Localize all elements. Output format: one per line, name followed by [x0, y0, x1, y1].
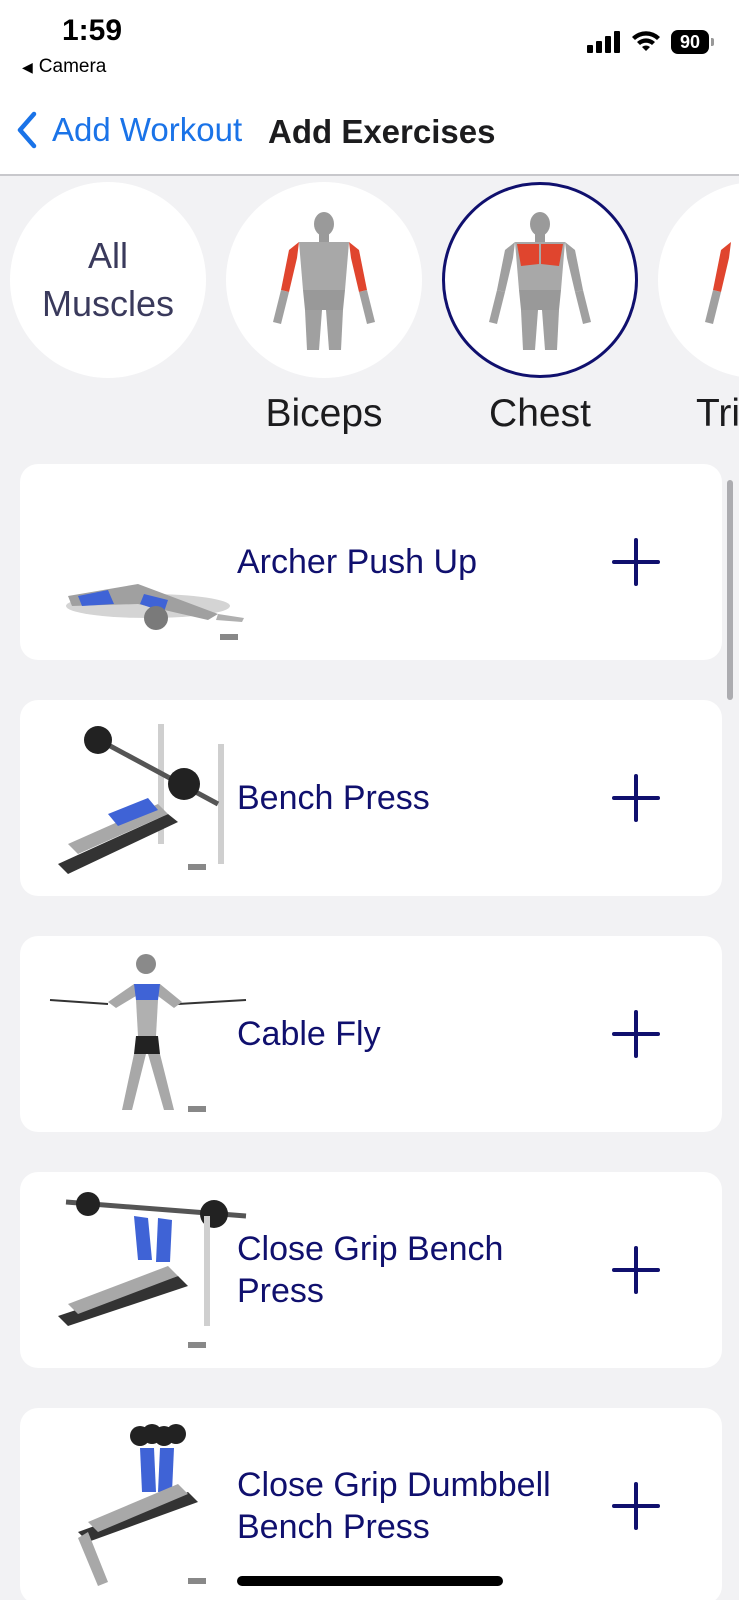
- back-button-label: Add Workout: [52, 111, 243, 148]
- muscle-circle[interactable]: [658, 182, 739, 378]
- add-exercise-plus-icon[interactable]: [612, 538, 660, 586]
- body-biceps-figure-icon: [273, 212, 375, 350]
- exercise-card[interactable]: Bench Press: [20, 700, 722, 896]
- exercise-name: Bench Press: [237, 779, 430, 817]
- muscle-filter-triceps[interactable]: Tri: [658, 182, 739, 436]
- exercise-card[interactable]: Close Grip Bench Press: [20, 1172, 722, 1368]
- cable-fly-illustration: [49, 954, 247, 1112]
- body-triceps-figure-icon: [705, 242, 731, 324]
- add-exercise-plus-icon[interactable]: [612, 1482, 660, 1530]
- add-exercise-plus-icon[interactable]: [612, 1010, 660, 1058]
- battery-icon: 90: [671, 30, 714, 54]
- bench-press-illustration: [58, 724, 224, 874]
- muscle-filter-all[interactable]: All Muscles: [10, 182, 210, 378]
- status-bar: 1:59 ◀ Camera 90: [0, 0, 739, 90]
- back-button[interactable]: Add Workout: [14, 110, 242, 150]
- archer-push-up-illustration: [66, 584, 244, 640]
- navigation-bar: Add Workout Add Exercises: [0, 90, 739, 176]
- back-triangle-icon: ◀: [22, 58, 33, 75]
- body-chest-figure-icon: [489, 212, 591, 350]
- muscle-filter-label: Biceps: [265, 392, 383, 435]
- muscle-filter-carousel[interactable]: All Muscles Biceps Chest Tri: [0, 176, 739, 446]
- exercise-card[interactable]: Archer Push Up: [20, 464, 722, 660]
- add-exercise-plus-icon[interactable]: [612, 774, 660, 822]
- home-indicator[interactable]: [237, 1576, 503, 1586]
- close-grip-dumbbell-bench-press-illustration: [78, 1424, 206, 1586]
- exercise-card[interactable]: Cable Fly: [20, 936, 722, 1132]
- exercise-name: Close Grip Bench Press: [237, 1230, 504, 1310]
- chevron-left-icon: [17, 111, 37, 149]
- exercise-card[interactable]: Close Grip Dumbbell Bench Press: [20, 1408, 722, 1600]
- muscle-filter-label: Tri: [696, 392, 739, 435]
- page-title: Add Exercises: [268, 113, 496, 150]
- muscle-filter-chest[interactable]: Chest: [442, 182, 642, 436]
- muscle-filter-all-label: All Muscles: [41, 235, 175, 324]
- close-grip-bench-press-illustration: [58, 1192, 247, 1348]
- status-time: 1:59: [62, 14, 123, 47]
- scrollbar[interactable]: [727, 480, 733, 700]
- wifi-icon: [632, 31, 660, 51]
- muscle-circle[interactable]: [226, 182, 422, 378]
- muscle-filter-biceps[interactable]: Biceps: [226, 182, 426, 436]
- status-back-to-app[interactable]: ◀ Camera: [22, 56, 106, 78]
- exercise-name: Archer Push Up: [237, 543, 477, 581]
- status-icons: 90: [587, 30, 714, 54]
- battery-level: 90: [679, 31, 701, 52]
- add-exercise-plus-icon[interactable]: [612, 1246, 660, 1294]
- screen: 1:59 ◀ Camera 90 Add Workout Add Exercis…: [0, 0, 739, 1600]
- muscle-filter-label: Chest: [489, 392, 591, 435]
- muscle-circle[interactable]: All Muscles: [10, 182, 206, 378]
- status-back-app-label: Camera: [38, 56, 107, 77]
- signal-icon: [587, 31, 620, 53]
- muscle-circle-selected[interactable]: [442, 182, 638, 378]
- exercise-name: Cable Fly: [237, 1015, 381, 1053]
- exercise-name: Close Grip Dumbbell Bench Press: [237, 1466, 551, 1546]
